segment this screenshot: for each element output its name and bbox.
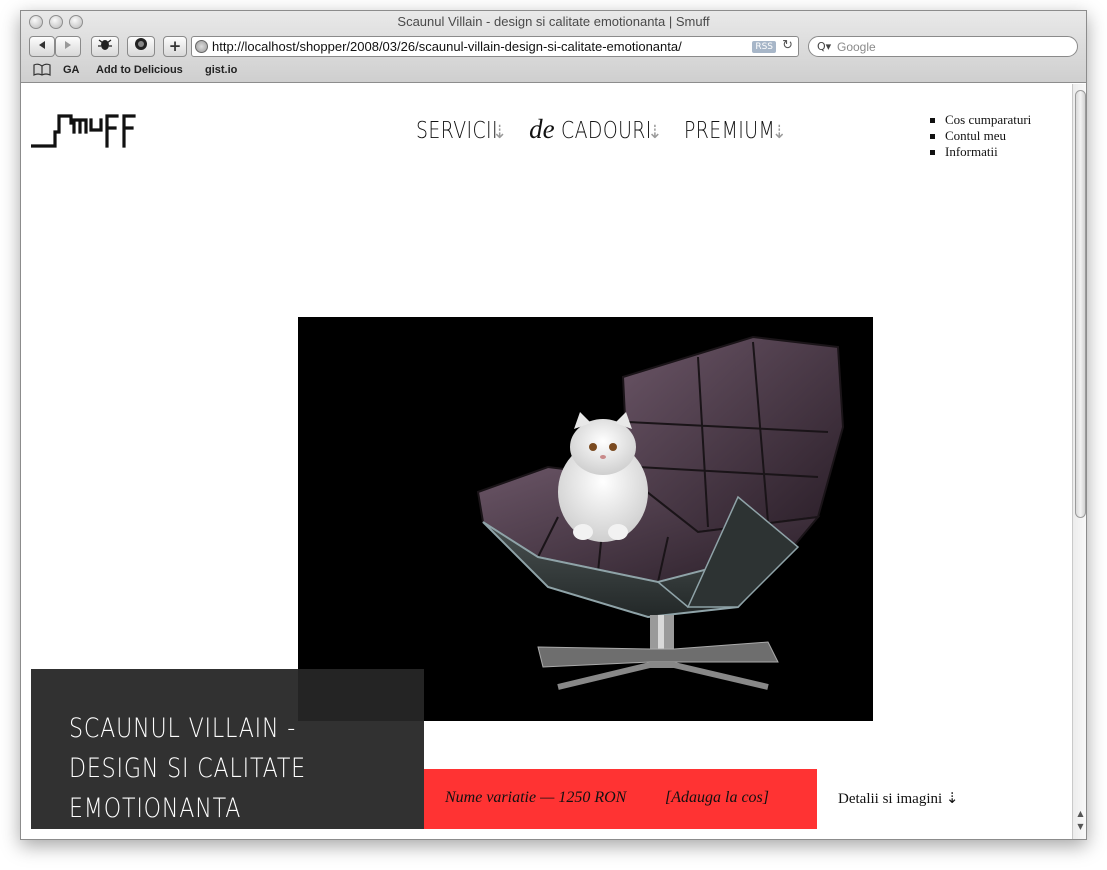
book-icon[interactable] (33, 63, 51, 80)
nav-servicii[interactable]: SERVICII (416, 118, 498, 144)
product-title-panel: SCAUNUL VILLAIN - DESIGN SI CALITATE EMO… (31, 669, 424, 829)
forward-arrow-icon (65, 41, 71, 49)
smuff-logo[interactable] (30, 112, 147, 152)
url-text[interactable]: http://localhost/shopper/2008/03/26/scau… (212, 39, 682, 54)
link-contul-meu[interactable]: Contul meu (929, 128, 1031, 144)
link-cos-cumparaturi[interactable]: Cos cumparaturi (929, 112, 1031, 128)
nav-cadouri[interactable]: CADOURI (561, 118, 652, 144)
main-nav: SERVICII ⇣ de CADOURI ⇣ PREMIUM ⇣ (416, 114, 805, 145)
browser-chrome: Scaunul Villain - design si calitate emo… (21, 11, 1086, 83)
web-inspector-button[interactable] (127, 36, 155, 57)
account-links: Cos cumparaturi Contul meu Informatii (929, 112, 1031, 160)
page-viewport: SERVICII ⇣ de CADOURI ⇣ PREMIUM ⇣ Cos cu… (21, 84, 1072, 839)
browser-toolbar: + http://localhost/shopper/2008/03/26/sc… (21, 35, 1086, 59)
nav-de: de (529, 114, 555, 144)
search-placeholder: Google (837, 40, 876, 54)
bug-icon (98, 39, 112, 50)
window-title: Scaunul Villain - design si calitate emo… (397, 14, 710, 29)
scroll-down-arrow-icon[interactable]: ▼ (1075, 821, 1086, 832)
reload-icon[interactable]: ↻ (782, 38, 793, 53)
back-button[interactable] (29, 36, 55, 57)
back-arrow-icon (39, 41, 45, 49)
title-bar: Scaunul Villain - design si calitate emo… (21, 11, 1086, 33)
product-title: SCAUNUL VILLAIN - DESIGN SI CALITATE EMO… (69, 713, 306, 824)
scroll-up-arrow-icon[interactable]: ▲ (1075, 808, 1086, 819)
bug-button[interactable] (91, 36, 119, 57)
browser-window: Scaunul Villain - design si calitate emo… (20, 10, 1087, 840)
rss-button[interactable]: RSS (752, 41, 776, 53)
product-photo (298, 317, 873, 721)
globe-icon (195, 40, 208, 53)
eye-icon (135, 38, 147, 50)
search-field[interactable]: Q▾ Google (808, 36, 1078, 57)
search-icon: Q▾ (817, 40, 832, 53)
bookmarks-bar: GA Add to Delicious gist.io (21, 61, 1086, 81)
buy-bar: Nume variatie — 1250 RON [Adauga la cos] (424, 769, 817, 829)
address-bar[interactable]: http://localhost/shopper/2008/03/26/scau… (191, 36, 799, 57)
link-informatii[interactable]: Informatii (929, 144, 1031, 160)
details-link[interactable]: Detalii si imagini ⇣ (838, 789, 958, 808)
bookmark-ga[interactable]: GA (63, 64, 80, 76)
bookmark-gist-io[interactable]: gist.io (205, 64, 237, 76)
scrollbar-thumb[interactable] (1075, 90, 1086, 518)
vertical-scrollbar[interactable]: ▲ ▼ (1072, 84, 1086, 839)
forward-button[interactable] (55, 36, 81, 57)
nav-premium[interactable]: PREMIUM (684, 118, 775, 144)
variation-price: Nume variatie — 1250 RON (445, 789, 627, 806)
bookmark-add-to-delicious[interactable]: Add to Delicious (96, 64, 183, 76)
add-to-cart-link[interactable]: [Adauga la cos] (665, 789, 769, 807)
add-bookmark-button[interactable]: + (163, 36, 187, 57)
